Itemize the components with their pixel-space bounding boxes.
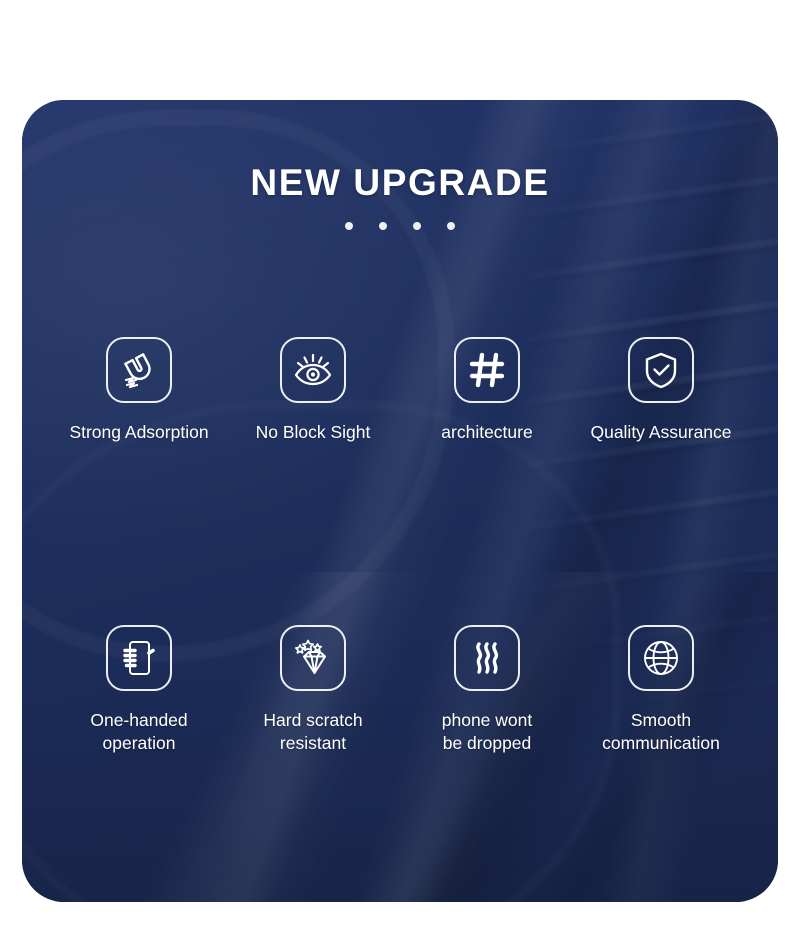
feature-label: architecture [441, 422, 533, 442]
eye-icon [280, 337, 346, 403]
feature-label: Smooth communication [602, 710, 720, 754]
feature-no-block-sight: No Block Sight [226, 337, 400, 444]
feature-label: One-handed operation [90, 710, 188, 754]
feature-card: NEW UPGRADE Strong Adsorption No Block S… [22, 100, 778, 902]
page-title: NEW UPGRADE [250, 162, 550, 203]
feature-label: Quality Assurance [590, 422, 732, 442]
globe-icon [628, 625, 694, 691]
card-content: NEW UPGRADE Strong Adsorption No Block S… [22, 100, 778, 902]
feature-smooth-communication: Smooth communication [574, 625, 748, 756]
phone-in-hand-icon [106, 625, 172, 691]
feature-architecture: architecture [400, 337, 574, 444]
diamond-stars-icon [280, 625, 346, 691]
dot-4 [447, 222, 455, 230]
feature-grid-row-2: One-handed operation Hard scratch resist… [52, 625, 748, 756]
feature-label: Hard scratch resistant [263, 710, 363, 754]
feature-label: phone wont be dropped [441, 710, 533, 754]
dot-3 [413, 222, 421, 230]
product-feature-banner: NEW UPGRADE Strong Adsorption No Block S… [0, 0, 800, 951]
feature-label: No Block Sight [255, 422, 371, 442]
wavy-lines-icon [454, 625, 520, 691]
feature-phone-wont-be-dropped: phone wont be dropped [400, 625, 574, 756]
feature-label: Strong Adsorption [69, 422, 209, 442]
shield-check-icon [628, 337, 694, 403]
dot-2 [379, 222, 387, 230]
dot-1 [345, 222, 353, 230]
feature-grid-row-1: Strong Adsorption No Block Sight archite… [52, 337, 748, 444]
grid-lattice-icon [454, 337, 520, 403]
feature-strong-adsorption: Strong Adsorption [52, 337, 226, 444]
magnet-icon [106, 337, 172, 403]
feature-hard-scratch-resistant: Hard scratch resistant [226, 625, 400, 756]
feature-one-handed-operation: One-handed operation [52, 625, 226, 756]
decorative-dots [22, 222, 778, 230]
feature-quality-assurance: Quality Assurance [574, 337, 748, 444]
